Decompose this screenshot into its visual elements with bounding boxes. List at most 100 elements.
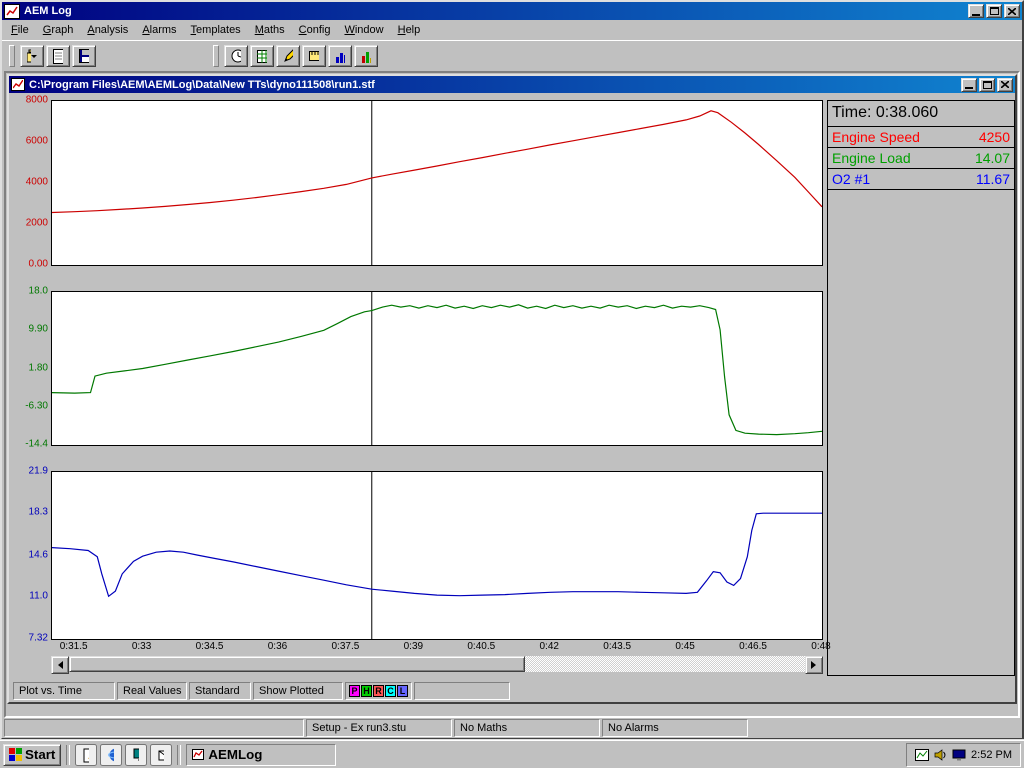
toolbar-gripper-2[interactable] (213, 45, 219, 67)
app-minimize-button[interactable] (968, 4, 984, 18)
x-tick-label: 0:42 (540, 641, 559, 652)
app-status-setup-ex-run3-stu: Setup - Ex run3.stu (306, 719, 452, 737)
menu-file[interactable]: File (4, 22, 36, 39)
measure-button[interactable] (302, 45, 326, 67)
start-button[interactable]: Start (3, 744, 61, 766)
table-icon (257, 50, 267, 63)
taskbar-divider (177, 745, 181, 765)
quicklaunch-desktop-icon[interactable] (125, 744, 147, 766)
toolbar-gripper[interactable] (9, 45, 15, 67)
x-axis-labels: 0:31.50:330:34.50:360:37.50:390:40.50:42… (51, 640, 823, 654)
floppy-disk-icon (79, 49, 89, 63)
channel-button-h[interactable]: H (361, 685, 372, 697)
channel-button-l[interactable]: L (397, 685, 408, 697)
app-status-empty (4, 719, 304, 737)
notes-button[interactable] (276, 45, 300, 67)
app-titlebar[interactable]: AEM Log (2, 2, 1022, 20)
status-panel-plot-vs-time: Plot vs. Time (13, 682, 115, 700)
menu-config[interactable]: Config (292, 22, 338, 39)
menu-maths[interactable]: Maths (248, 22, 292, 39)
mdi-area: C:\Program Files\AEM\AEMLog\Data\New TTs… (4, 71, 1020, 718)
doc-minimize-button[interactable] (961, 78, 977, 92)
plot-canvas (52, 101, 822, 265)
windows-flag-icon (9, 748, 22, 761)
status-panel-show-plotted: Show Plotted (253, 682, 343, 700)
x-tick-label: 0:40.5 (467, 641, 495, 652)
tray-display-icon[interactable] (952, 749, 966, 761)
x-tick-label: 0:39 (404, 641, 423, 652)
document-icon[interactable] (11, 78, 25, 91)
y-tick-label: 18.0 (29, 287, 48, 297)
close-icon (1001, 81, 1009, 88)
left-arrow-icon (54, 661, 63, 669)
o2-plot[interactable] (51, 471, 823, 640)
y-tick-label: -6.30 (25, 401, 48, 411)
task-button-aemlog[interactable]: AEMLog (186, 744, 336, 766)
doc-maximize-button[interactable] (979, 78, 995, 92)
x-tick-label: 0:34.5 (196, 641, 224, 652)
engine-speed-plot[interactable] (51, 100, 823, 266)
app-status-no-alarms: No Alarms (602, 719, 748, 737)
minimize-icon (965, 87, 973, 89)
y-tick-label: -14.4 (25, 440, 48, 450)
new-file-button[interactable] (46, 45, 70, 67)
scrollbar-thumb[interactable] (69, 656, 525, 672)
channel-toggle-panel: PHRCL (345, 682, 412, 700)
menu-window[interactable]: Window (337, 22, 390, 39)
menu-templates[interactable]: Templates (184, 22, 248, 39)
quicklaunch-browser-icon[interactable] (100, 744, 122, 766)
horizontal-scrollbar[interactable] (51, 656, 823, 672)
x-tick-label: 0:31.5 (60, 641, 88, 652)
data-table-button[interactable] (250, 45, 274, 67)
document-statusbar: Plot vs. TimeReal ValuesStandardShow Plo… (13, 682, 1011, 700)
scroll-left-button[interactable] (51, 656, 69, 674)
menu-graph[interactable]: Graph (36, 22, 81, 39)
channel-name: O2 #1 (832, 171, 870, 187)
menu-help[interactable]: Help (391, 22, 428, 39)
close-icon (1008, 8, 1016, 15)
scroll-right-button[interactable] (805, 656, 823, 674)
app-statusbar: Setup - Ex run3.stuNo MathsNo Alarms (2, 718, 1022, 738)
document-window: C:\Program Files\AEM\AEMLog\Data\New TTs… (7, 74, 1017, 704)
menu-analysis[interactable]: Analysis (80, 22, 135, 39)
tray-volume-icon[interactable] (934, 749, 947, 761)
bar-chart-button[interactable] (328, 45, 352, 67)
right-arrow-icon (811, 661, 820, 669)
channel-readout-engine-load: Engine Load14.07 (828, 148, 1014, 169)
scrollbar-track[interactable] (69, 656, 805, 672)
doc-close-button[interactable] (997, 78, 1013, 92)
app-maximize-button[interactable] (986, 4, 1002, 18)
open-file-button[interactable] (20, 45, 44, 67)
y-tick-label: 4000 (26, 178, 48, 188)
y-tick-label: 7.32 (29, 634, 48, 644)
engine-load-axis: 18.09.901.80-6.30-14.4 (15, 291, 51, 446)
document-titlebar[interactable]: C:\Program Files\AEM\AEMLog\Data\New TTs… (9, 76, 1015, 93)
channel-name: Engine Speed (832, 129, 920, 145)
aemlog-task-icon (192, 749, 204, 760)
clock-tool-button[interactable] (224, 45, 248, 67)
y-tick-label: 2000 (26, 219, 48, 229)
menu-alarms[interactable]: Alarms (135, 22, 183, 39)
channel-button-p[interactable]: P (349, 685, 360, 697)
app-icon[interactable] (4, 4, 20, 19)
quicklaunch-edit-icon[interactable] (75, 744, 97, 766)
plot-canvas (52, 292, 822, 445)
ruler-icon (309, 51, 319, 61)
y-tick-label: 6000 (26, 137, 48, 147)
y-tick-label: 21.9 (29, 467, 48, 477)
toolbar (2, 40, 1022, 71)
start-label: Start (25, 747, 55, 762)
y-tick-label: 8000 (26, 96, 48, 106)
tray-graph-icon[interactable] (915, 749, 929, 761)
x-tick-label: 0:45 (675, 641, 694, 652)
save-button[interactable] (72, 45, 96, 67)
x-tick-label: 0:33 (132, 641, 151, 652)
quicklaunch-mail-icon[interactable] (150, 744, 172, 766)
histogram-button[interactable] (354, 45, 378, 67)
engine-load-plot[interactable] (51, 291, 823, 446)
app-close-button[interactable] (1004, 4, 1020, 18)
channel-button-r[interactable]: R (373, 685, 384, 697)
channel-readout-o2-1: O2 #111.67 (828, 169, 1014, 190)
channel-button-c[interactable]: C (385, 685, 396, 697)
maximize-icon (990, 7, 999, 15)
